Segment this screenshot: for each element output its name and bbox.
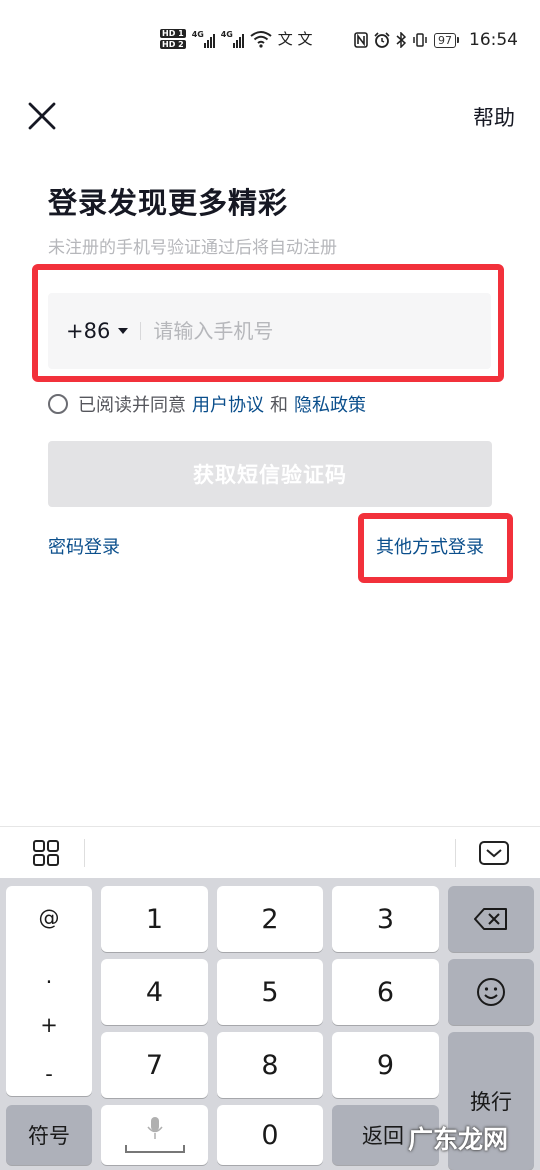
alarm-icon [374,32,390,48]
nfc-icon [354,32,368,48]
vibrate-icon [413,33,427,47]
key-4[interactable]: 4 [101,959,208,1025]
key-1[interactable]: 1 [101,886,208,952]
hd-badge-2: HD 2 [160,39,186,49]
toolbar-divider-left [84,839,85,867]
key-2[interactable]: 2 [217,886,323,952]
battery-icon: 97 [434,32,459,48]
user-agreement-link[interactable]: 用户协议 [192,391,264,417]
help-button[interactable]: 帮助 [473,102,515,132]
key-7[interactable]: 7 [101,1032,208,1098]
close-icon[interactable] [26,100,58,132]
symbol-switch-key[interactable]: 符号 [6,1105,92,1165]
clock: 16:54 [469,30,518,50]
agree-and: 和 [270,395,288,416]
key-minus[interactable]: - [6,1062,92,1086]
key-9[interactable]: 9 [332,1032,439,1098]
hd-badge-1: HD 1 [160,28,186,38]
keyboard-toolbar [0,826,540,878]
highlight-box-other-login [358,513,513,583]
signal-icon-1: 4G [192,30,215,48]
grid-icon[interactable] [32,839,60,867]
watermark: 广东龙网 [408,1125,509,1154]
bluetooth-icon [396,32,406,48]
key-8[interactable]: 8 [217,1032,323,1098]
key-0[interactable]: 0 [217,1105,323,1165]
space-bar-icon [125,1145,185,1153]
status-bar: HD 1 HD 2 4G 4G 文 文 97 16:54 [0,0,540,80]
symbol-column[interactable]: @ . + - [6,886,92,1096]
page-subtitle: 未注册的手机号验证通过后将自动注册 [48,238,337,258]
signal-icon-2: 4G [221,30,244,48]
password-login-link[interactable]: 密码登录 [48,533,120,559]
privacy-policy-link[interactable]: 隐私政策 [294,391,366,417]
get-sms-code-button[interactable]: 获取短信验证码 [48,441,492,507]
page-title: 登录发现更多精彩 [48,186,289,220]
microphone-icon [146,1117,163,1139]
highlight-box-phone [32,264,504,382]
hd-badges: HD 1 HD 2 [160,28,186,49]
key-6[interactable]: 6 [332,959,439,1025]
wifi-icon [250,30,272,48]
status-left: HD 1 HD 2 4G 4G 文 文 [160,28,312,49]
key-dot[interactable]: . [6,964,92,988]
keyboard-hide-icon[interactable] [478,839,510,867]
agree-radio[interactable] [48,394,68,414]
agreement-row: 已阅读并同意 用户协议 和 隐私政策 [48,391,372,417]
key-5[interactable]: 5 [217,959,323,1025]
emoji-icon [477,978,505,1006]
toolbar-divider-right [455,839,456,867]
agree-prefix: 已阅读并同意 [78,395,186,416]
backspace-key[interactable] [448,886,534,952]
space-key[interactable] [101,1105,208,1165]
emoji-key[interactable] [448,959,534,1025]
key-plus[interactable]: + [6,1013,92,1037]
battery-level: 97 [434,32,456,48]
status-right: 97 16:54 [354,30,518,50]
key-3[interactable]: 3 [332,886,439,952]
key-at[interactable]: @ [6,906,92,930]
status-extra-glyphs: 文 文 [277,30,313,48]
backspace-icon [474,908,507,930]
